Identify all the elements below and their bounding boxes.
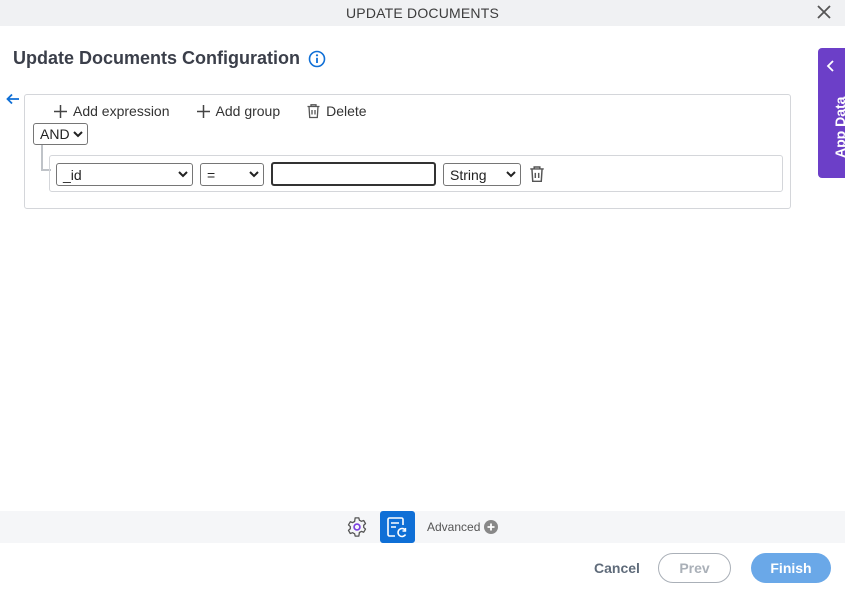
comparator-value: = <box>207 166 216 183</box>
delete-expression-icon[interactable] <box>528 165 546 183</box>
plus-icon <box>196 104 210 118</box>
title-bar: UPDATE DOCUMENTS <box>0 0 845 26</box>
plus-icon <box>54 104 67 118</box>
prev-button[interactable]: Prev <box>658 553 731 583</box>
form-refresh-icon <box>387 517 407 538</box>
chevron-down-icon <box>249 171 259 178</box>
expression-row: _id = String <box>49 155 783 192</box>
type-value: String <box>450 166 487 183</box>
comparator-select[interactable]: = <box>200 163 264 186</box>
group-operator-value: AND <box>40 126 70 142</box>
chevron-down-icon <box>506 171 516 178</box>
close-icon[interactable] <box>815 3 833 21</box>
group-operator-select[interactable]: AND <box>33 123 88 145</box>
advanced-label: Advanced <box>427 520 481 534</box>
value-input[interactable] <box>271 162 436 186</box>
condition-builder: Add expression Add group Delete AND _id … <box>24 94 791 209</box>
cancel-button[interactable]: Cancel <box>594 560 640 576</box>
plus-circle-icon <box>484 520 499 534</box>
back-arrow-icon[interactable] <box>5 91 21 107</box>
add-expression-label: Add expression <box>73 103 170 119</box>
field-value: _id <box>63 166 82 183</box>
advanced-toggle[interactable]: Advanced <box>427 520 499 534</box>
finish-button[interactable]: Finish <box>751 553 831 583</box>
gear-icon[interactable] <box>346 516 368 538</box>
info-icon[interactable] <box>308 50 326 68</box>
add-group-button[interactable]: Add group <box>196 103 281 119</box>
trash-icon <box>307 104 320 119</box>
page-heading: Update Documents Configuration <box>13 48 326 69</box>
add-group-label: Add group <box>215 103 281 119</box>
form-view-button[interactable] <box>380 511 415 543</box>
window-title: UPDATE DOCUMENTS <box>345 5 500 21</box>
add-expression-button[interactable]: Add expression <box>53 103 170 119</box>
chevron-down-icon <box>178 171 188 178</box>
delete-group-button[interactable]: Delete <box>306 103 367 119</box>
field-select[interactable]: _id <box>56 163 193 186</box>
bottom-toolbar: Advanced <box>0 511 845 543</box>
app-data-label: App Data <box>832 96 845 158</box>
page-title: Update Documents Configuration <box>13 48 300 68</box>
condition-toolbar: Add expression Add group Delete <box>53 103 393 119</box>
delete-label: Delete <box>326 103 367 119</box>
app-data-panel-toggle[interactable]: App Data <box>818 48 845 178</box>
type-select[interactable]: String <box>443 163 521 186</box>
chevron-left-icon <box>826 60 834 72</box>
chevron-down-icon <box>73 131 83 138</box>
